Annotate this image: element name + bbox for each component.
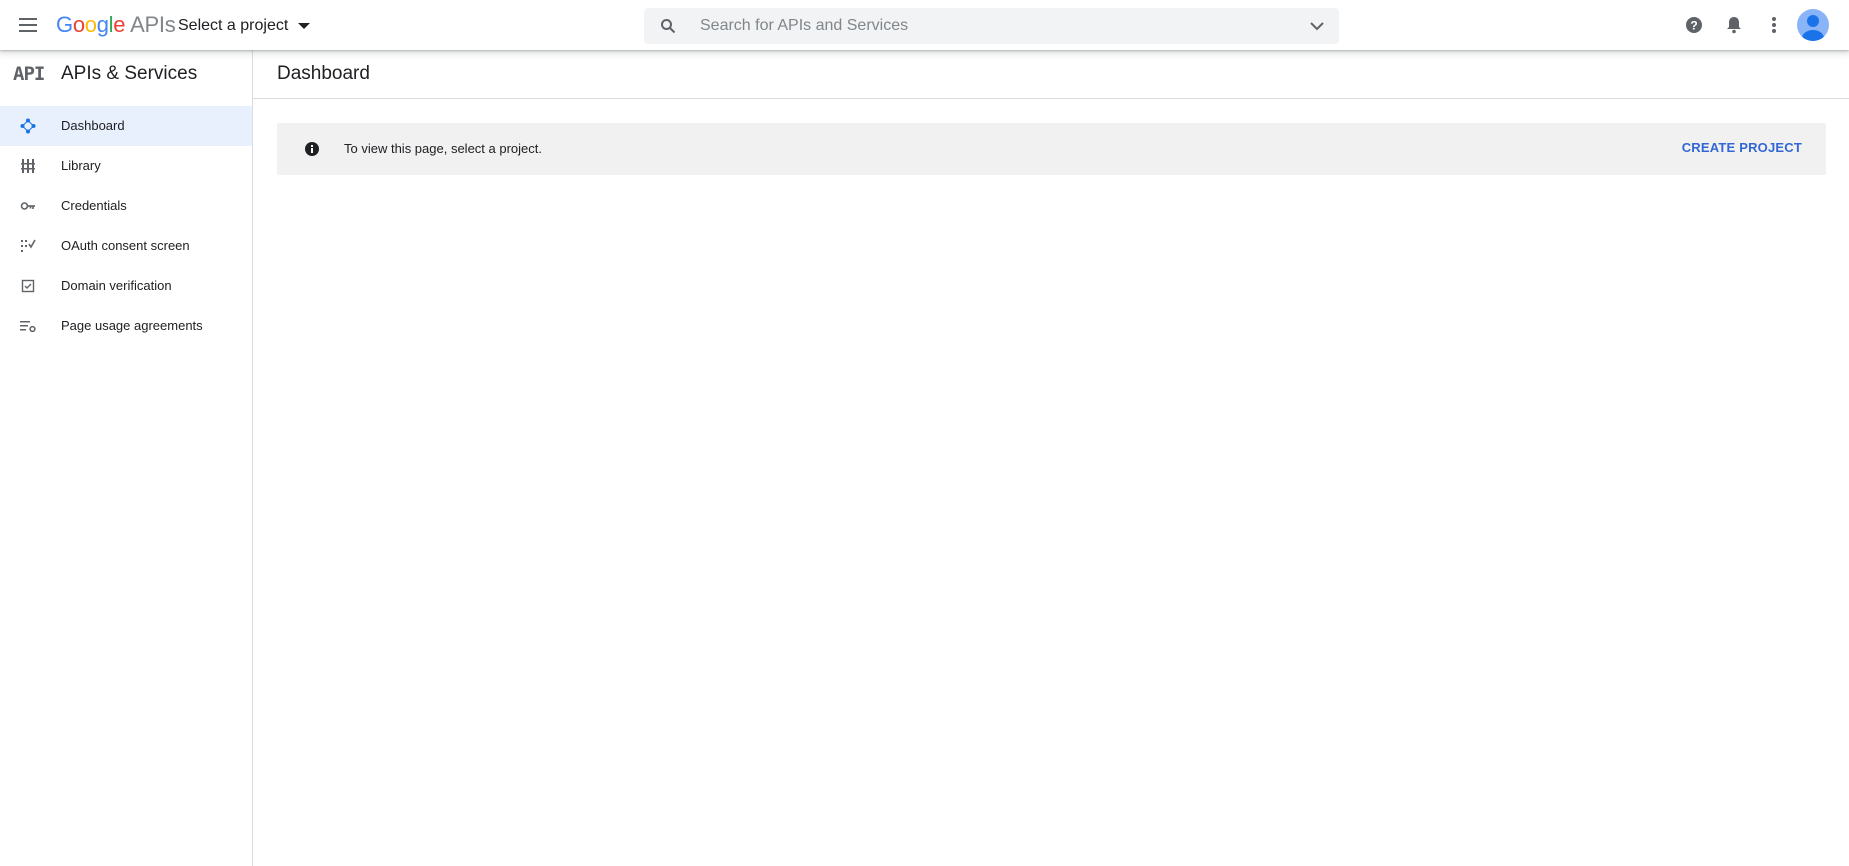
search-icon: [661, 19, 676, 34]
info-icon: [305, 142, 319, 156]
search-input[interactable]: [700, 8, 1280, 44]
api-logo-icon: API: [13, 63, 45, 85]
sidebar-nav: Dashboard Library Credentials OAuth cons…: [0, 106, 252, 346]
main-content: Dashboard To view this page, select a pr…: [253, 50, 1849, 866]
sidebar-item-oauth-consent[interactable]: OAuth consent screen: [0, 226, 252, 266]
menu-icon[interactable]: [17, 15, 41, 35]
dashboard-icon: [20, 118, 36, 134]
account-avatar[interactable]: [1797, 9, 1829, 41]
search-bar[interactable]: [644, 8, 1339, 44]
dropdown-caret-icon: [298, 23, 311, 29]
consent-icon: [21, 239, 36, 252]
settings-list-icon: [20, 321, 36, 333]
sidebar-item-label: Dashboard: [61, 118, 125, 133]
library-icon: [21, 159, 35, 173]
person-icon: [1802, 15, 1824, 41]
info-banner: To view this page, select a project. CRE…: [277, 123, 1826, 175]
sidebar-item-label: Page usage agreements: [61, 318, 203, 333]
key-icon: [20, 202, 35, 210]
apis-wordmark: APIs: [130, 12, 176, 37]
svg-text:?: ?: [1690, 19, 1697, 33]
project-selector[interactable]: Select a project: [178, 14, 311, 38]
create-project-button[interactable]: CREATE PROJECT: [1682, 140, 1802, 155]
google-apis-logo[interactable]: Google APIs: [56, 12, 176, 38]
sidebar-item-page-usage-agreements[interactable]: Page usage agreements: [0, 306, 252, 346]
sidebar-item-dashboard[interactable]: Dashboard: [0, 106, 252, 146]
chevron-down-icon[interactable]: [1309, 18, 1325, 34]
sidebar-item-credentials[interactable]: Credentials: [0, 186, 252, 226]
sidebar-header: API APIs & Services: [0, 50, 252, 98]
project-selector-label: Select a project: [178, 17, 289, 34]
notifications-icon[interactable]: [1724, 15, 1744, 35]
sidebar-item-label: Domain verification: [61, 278, 172, 293]
top-bar: Google APIs Select a project ?: [0, 0, 1849, 50]
sidebar-item-library[interactable]: Library: [0, 146, 252, 186]
sidebar: API APIs & Services Dashboard Library Cr…: [0, 50, 253, 866]
help-icon[interactable]: ?: [1684, 15, 1704, 35]
google-wordmark: Google: [56, 12, 126, 37]
sidebar-item-label: Credentials: [61, 198, 127, 213]
page-title: Dashboard: [277, 63, 370, 84]
sidebar-item-domain-verification[interactable]: Domain verification: [0, 266, 252, 306]
sidebar-title: APIs & Services: [61, 63, 198, 84]
checkbox-icon: [21, 279, 35, 293]
page-header: Dashboard: [253, 50, 1849, 99]
more-vert-icon[interactable]: [1764, 15, 1784, 35]
banner-message: To view this page, select a project.: [344, 141, 542, 156]
sidebar-item-label: Library: [61, 158, 101, 173]
sidebar-item-label: OAuth consent screen: [61, 238, 190, 253]
